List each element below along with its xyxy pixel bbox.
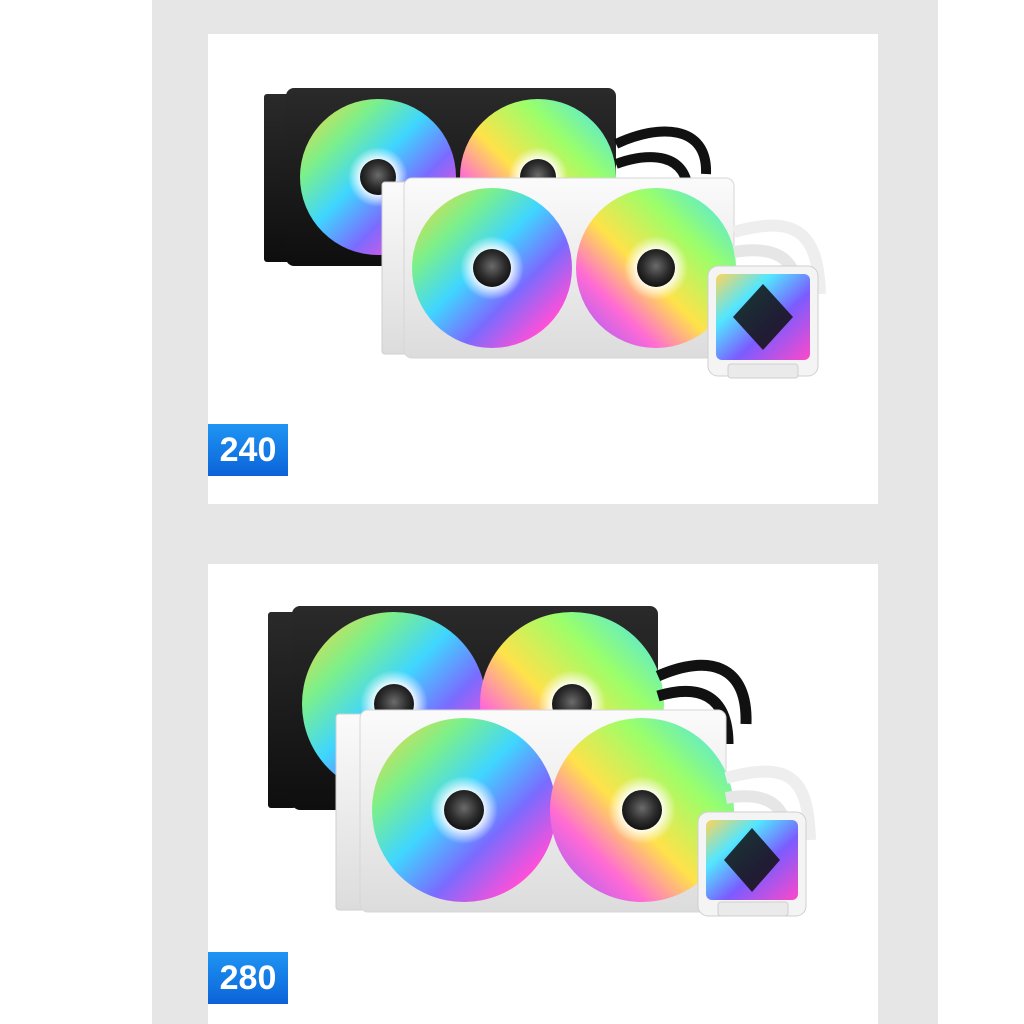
size-badge-240: 240 [208, 424, 288, 476]
size-badge-280: 280 [208, 952, 288, 1004]
liquid-cooler-280-image [268, 606, 816, 917]
product-card-240[interactable]: 240 [208, 34, 878, 504]
gallery-top-band [152, 0, 938, 34]
white-cooler [335, 709, 816, 917]
liquid-cooler-240-image [264, 88, 826, 379]
gallery-separator [152, 504, 938, 564]
product-card-280[interactable]: 280 [208, 564, 878, 1024]
white-cooler [381, 177, 826, 379]
